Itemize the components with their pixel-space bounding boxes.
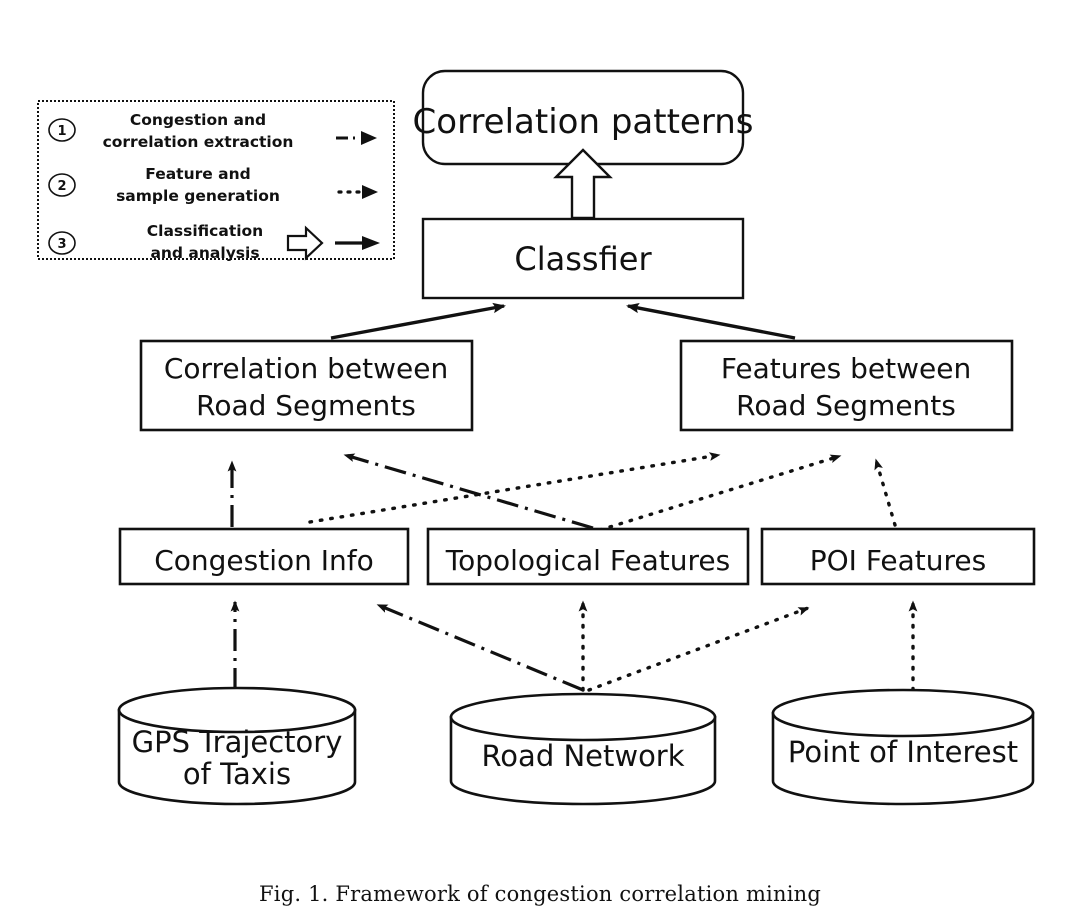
node-topological-features: Topological Features xyxy=(426,527,750,586)
node-road-network-label: Road Network xyxy=(481,739,684,773)
arrow-congestion-info-to-features xyxy=(308,452,721,524)
legend-label-3-line1: Classification xyxy=(147,222,263,240)
node-congestion-info-label: Congestion Info xyxy=(154,544,374,577)
node-correlation-between-line2: Road Segments xyxy=(196,389,416,422)
node-poi-features-label: POI Features xyxy=(810,544,986,577)
node-gps-trajectory-line1: GPS Trajectory xyxy=(132,725,343,759)
node-correlation-between-road-segments: Correlation between Road Segments xyxy=(139,339,474,432)
node-features-between-line1: Features between xyxy=(721,352,971,385)
node-classifier-label: Classfier xyxy=(514,240,652,278)
arrow-correlation-to-classifier xyxy=(330,302,506,340)
arrow-topological-to-correlation xyxy=(343,453,594,530)
node-point-of-interest: Point of Interest xyxy=(771,688,1035,806)
legend-number-1: 1 xyxy=(57,124,66,139)
arrow-features-to-classifier xyxy=(626,302,796,340)
node-road-network: Road Network xyxy=(449,692,717,806)
legend-number-2: 2 xyxy=(57,179,66,194)
node-correlation-between-line1: Correlation between xyxy=(164,352,448,385)
figure-canvas: 1 Congestion and correlation extraction … xyxy=(0,0,1080,924)
arrow-road-network-to-poi xyxy=(587,606,810,692)
node-gps-trajectory-line2: of Taxis xyxy=(183,757,291,791)
node-correlation-patterns-label: Correlation patterns xyxy=(413,102,754,142)
figure-caption: Fig. 1. Framework of congestion correlat… xyxy=(259,882,821,906)
legend-label-2-line2: sample generation xyxy=(116,187,280,205)
node-point-of-interest-label: Point of Interest xyxy=(788,735,1018,769)
legend-number-3: 3 xyxy=(57,237,66,252)
node-gps-trajectory-of-taxis: GPS Trajectory of Taxis xyxy=(117,686,357,806)
arrow-road-network-to-congestion-info xyxy=(376,603,584,692)
arrow-poi-to-features-diagonal xyxy=(598,454,842,532)
node-topological-features-label: Topological Features xyxy=(445,544,730,577)
node-poi-features: POI Features xyxy=(760,527,1036,586)
legend-label-1-line2: correlation extraction xyxy=(103,133,294,151)
node-features-between-road-segments: Features between Road Segments xyxy=(679,339,1014,432)
node-congestion-info: Congestion Info xyxy=(118,527,410,586)
arrow-poi-to-features-vertical xyxy=(874,458,897,527)
node-features-between-line2: Road Segments xyxy=(736,389,956,422)
legend-label-1-line1: Congestion and xyxy=(130,111,266,129)
legend-label-2-line1: Feature and xyxy=(145,165,251,183)
framework-diagram: 1 Congestion and correlation extraction … xyxy=(37,69,1036,806)
node-classifier: Classfier xyxy=(421,217,745,300)
legend-panel: 1 Congestion and correlation extraction … xyxy=(37,100,395,262)
legend-label-3-line2: and analysis xyxy=(150,244,259,262)
